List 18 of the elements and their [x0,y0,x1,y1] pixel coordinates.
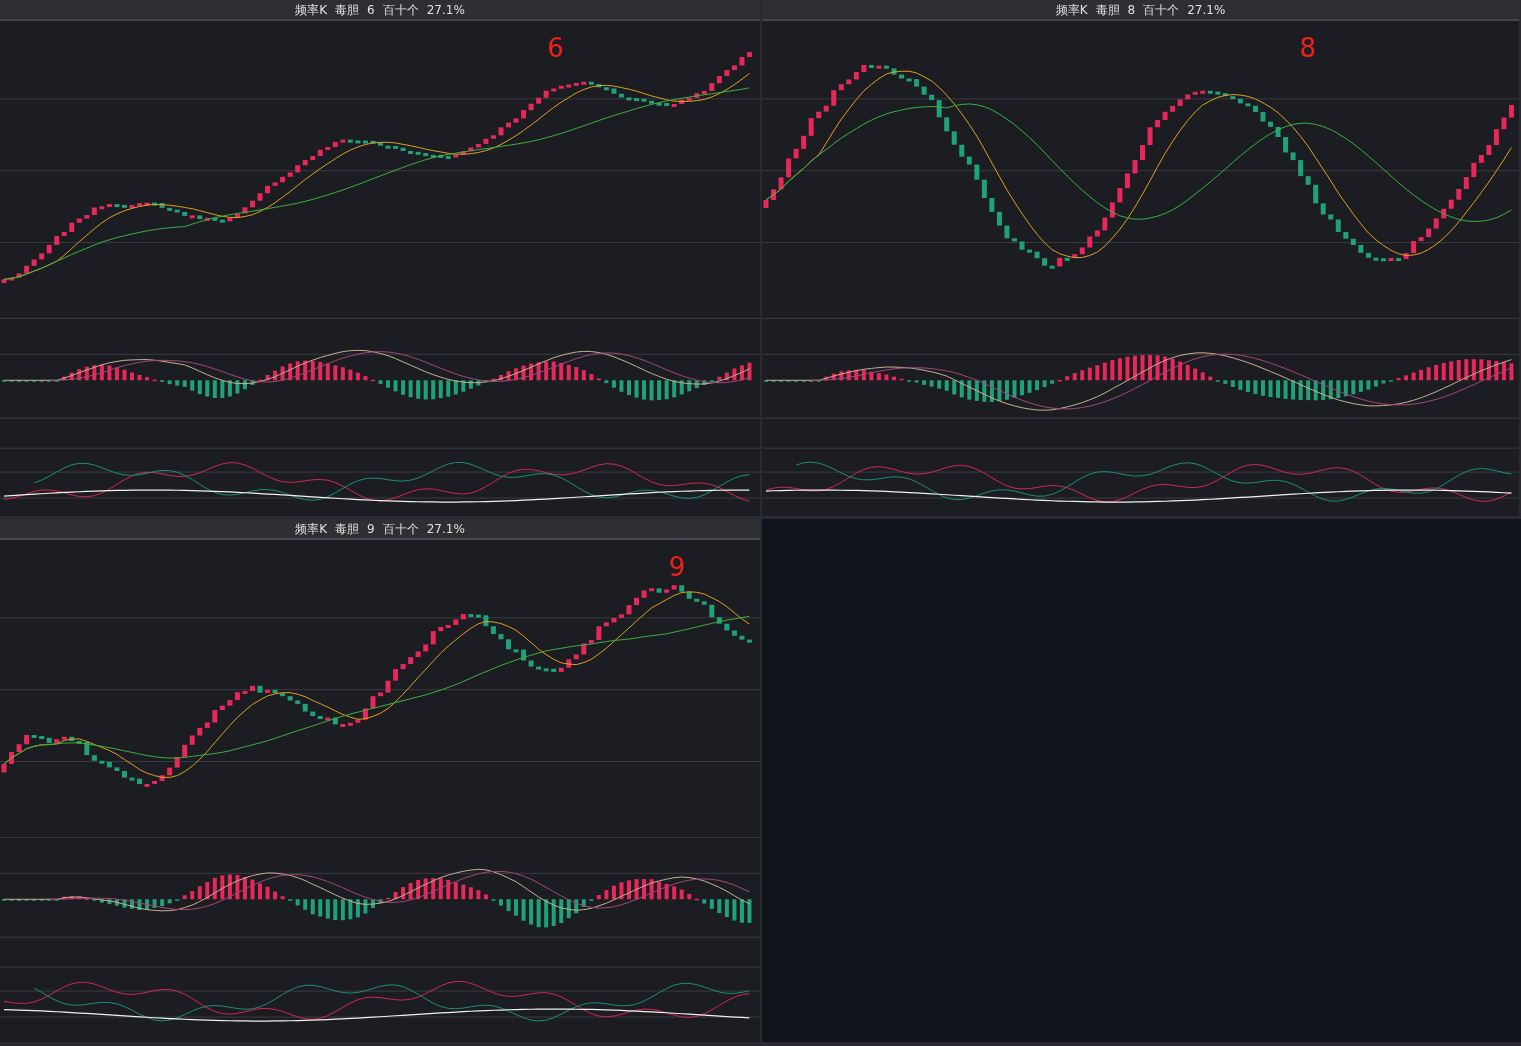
title-text: 27.1% [426,1,465,18]
chart-number-label: 6 [547,33,564,63]
title-text: 8 [1127,1,1136,18]
chart-number-label: 8 [1299,33,1316,63]
title-text: 频率K [1055,1,1088,18]
title-text: 9 [367,520,375,537]
title-text: 27.1% [426,520,465,537]
title-text: 百十个 [382,1,419,18]
title-text: 毒胆 [1095,1,1120,18]
title-text: 毒胆 [335,520,360,537]
title-text: 27.1% [1187,1,1226,18]
title-text: 百十个 [382,520,419,537]
chart-number-label: 9 [668,552,686,582]
title-text: 6 [367,1,375,18]
title-text: 百十个 [1143,1,1180,18]
title-text: 毒胆 [335,1,360,18]
title-text: 频率K [295,1,328,18]
title-text: 频率K [295,520,328,537]
